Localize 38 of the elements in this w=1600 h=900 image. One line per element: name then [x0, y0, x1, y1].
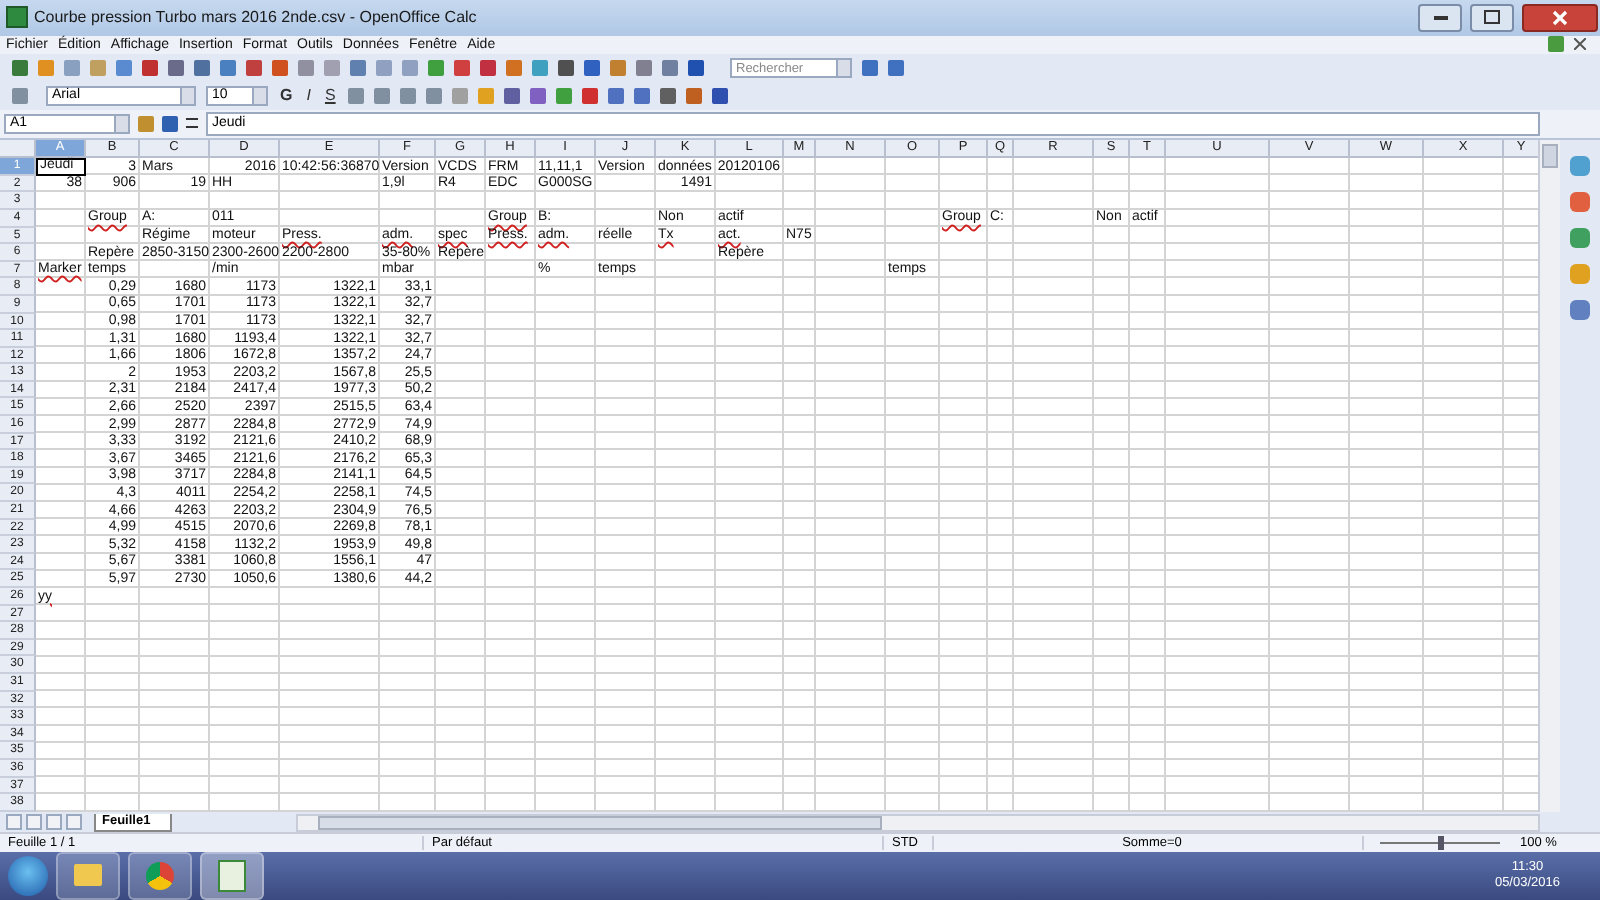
scroll-thumb[interactable]: [318, 815, 883, 830]
dropdown-button[interactable]: [182, 85, 196, 106]
dropdown-button[interactable]: [254, 85, 268, 106]
dropdown-button[interactable]: [116, 113, 130, 134]
taskbar-button[interactable]: [200, 851, 264, 900]
taskbar-button[interactable]: [128, 851, 192, 900]
vertical-scrollbar[interactable]: [1538, 140, 1561, 813]
dropdown-button[interactable]: [838, 58, 852, 79]
sidebar-button[interactable]: [1570, 156, 1590, 177]
sidebar-button[interactable]: [1570, 264, 1590, 285]
sidebar-button[interactable]: [1570, 228, 1590, 249]
sidebar-button[interactable]: [1570, 300, 1590, 321]
minimize-button[interactable]: [1418, 3, 1462, 32]
taskbar-button[interactable]: [56, 851, 120, 900]
sidebar-button[interactable]: [1570, 192, 1590, 213]
equals-icon[interactable]: [186, 118, 198, 129]
update-icon[interactable]: [1548, 36, 1564, 53]
minimize-icon: [1433, 15, 1447, 20]
scroll-thumb[interactable]: [1542, 144, 1559, 169]
spreadsheet-icon: [218, 859, 246, 892]
sum-icon[interactable]: [162, 115, 178, 132]
window-title: Courbe pression Turbo mars 2016 2nde.csv - OpenOffice Calc: [34, 8, 477, 27]
function-wizard-icon[interactable]: [138, 115, 154, 132]
start-button[interactable]: [8, 855, 48, 896]
horizontal-scrollbar[interactable]: [296, 813, 1541, 832]
zoom-slider[interactable]: [1438, 835, 1444, 850]
underline-button[interactable]: S: [322, 85, 338, 106]
maximize-button[interactable]: [1470, 3, 1514, 32]
close-icon[interactable]: [1574, 38, 1586, 51]
close-button[interactable]: [1522, 3, 1598, 32]
bold-button[interactable]: G: [278, 85, 295, 106]
wheel-icon: [146, 861, 174, 890]
select-all-button[interactable]: [0, 140, 36, 159]
spreadsheet-icon: [6, 6, 28, 29]
maximize-icon: [1484, 10, 1500, 25]
close-icon: [1552, 9, 1568, 26]
italic-button[interactable]: I: [304, 85, 313, 106]
folder-icon: [74, 864, 102, 887]
